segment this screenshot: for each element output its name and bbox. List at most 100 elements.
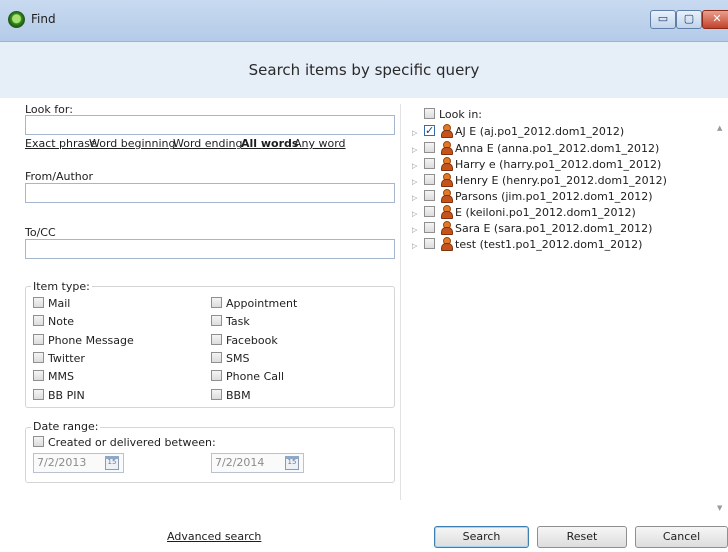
tree-item-checkbox[interactable] [424,174,435,185]
date-range-checkbox-label: Created or delivered between: [48,436,216,449]
item-type-appointment[interactable]: Appointment [211,297,297,311]
item-type-phone-call[interactable]: Phone Call [211,370,284,384]
tree-item[interactable]: ▷ test (test1.po1_2012.dom1_2012) [412,237,642,252]
item-type-mms[interactable]: MMS [33,370,74,384]
scroll-up-icon[interactable]: ▲ [717,124,722,132]
tree-item-checkbox[interactable] [424,190,435,201]
tree-item-label: Anna E (anna.po1_2012.dom1_2012) [455,142,660,155]
option-word-beginning[interactable]: Word beginning [89,137,176,150]
item-type-note[interactable]: Note [33,315,74,329]
tree-item[interactable]: ▷ Parsons (jim.po1_2012.dom1_2012) [412,189,653,204]
search-button[interactable]: Search [434,526,529,548]
twitter-checkbox[interactable] [33,352,44,363]
user-icon [440,173,453,187]
phone-message-checkbox[interactable] [33,334,44,345]
phone-call-checkbox[interactable] [211,370,222,381]
calendar-icon[interactable]: 15 [285,456,299,470]
option-any-word[interactable]: Any word [294,137,346,150]
to-cc-input[interactable] [25,239,395,259]
title-bar[interactable]: Find ▭ ▢ ✕ [0,0,728,42]
date-to-picker[interactable]: 7/2/2014 15 [211,453,304,473]
mail-checkbox[interactable] [33,297,44,308]
item-type-task[interactable]: Task [211,315,250,329]
option-word-ending[interactable]: Word ending [173,137,243,150]
task-label: Task [226,315,250,328]
appointment-checkbox[interactable] [211,297,222,308]
scroll-down-icon[interactable]: ▼ [717,504,722,512]
tree-item-label: test (test1.po1_2012.dom1_2012) [455,238,643,251]
expand-arrow-icon[interactable]: ▷ [412,143,420,158]
expand-arrow-icon[interactable]: ▷ [412,159,420,174]
bb-pin-label: BB PIN [48,389,85,402]
expand-arrow-icon[interactable]: ▷ [412,223,420,238]
tree-item[interactable]: ▷ AJ E (aj.po1_2012.dom1_2012) [412,123,625,141]
tree-item-label: Sara E (sara.po1_2012.dom1_2012) [455,222,653,235]
date-range-toggle[interactable]: Created or delivered between: [33,436,216,450]
page-title: Search items by specific query [248,61,480,79]
minimize-button[interactable]: ▭ [650,10,676,29]
look-in-toggle[interactable]: Look in: [424,108,482,122]
look-for-input[interactable] [25,115,395,135]
tree-item[interactable]: ▷ Anna E (anna.po1_2012.dom1_2012) [412,141,659,156]
tree-item[interactable]: ▷ Sara E (sara.po1_2012.dom1_2012) [412,221,652,236]
facebook-checkbox[interactable] [211,334,222,345]
tree-item-checkbox[interactable] [424,142,435,153]
tree-item-label: Henry E (henry.po1_2012.dom1_2012) [455,174,667,187]
calendar-icon[interactable]: 15 [105,456,119,470]
tree-item-checkbox[interactable] [424,123,435,138]
user-icon [440,157,453,171]
tree-item[interactable]: ▷ Henry E (henry.po1_2012.dom1_2012) [412,173,667,188]
maximize-button[interactable]: ▢ [676,10,702,29]
user-icon [440,237,453,251]
option-all-words[interactable]: All words [241,137,298,150]
expand-arrow-icon[interactable]: ▷ [412,175,420,190]
note-label: Note [48,315,75,328]
option-exact-phrase[interactable]: Exact phrase [25,137,97,150]
date-from-picker[interactable]: 7/2/2013 15 [33,453,124,473]
item-type-twitter[interactable]: Twitter [33,352,85,366]
expand-arrow-icon[interactable]: ▷ [412,239,420,254]
item-type-mail[interactable]: Mail [33,297,70,311]
user-icon [440,221,453,235]
tree-item[interactable]: ▷ Harry e (harry.po1_2012.dom1_2012) [412,157,661,172]
date-range-title: Date range: [31,420,101,433]
tree-item-checkbox[interactable] [424,222,435,233]
mms-label: MMS [48,370,74,383]
user-icon [440,141,453,155]
item-type-bbm[interactable]: BBM [211,389,251,403]
tree-item-checkbox[interactable] [424,206,435,217]
tree-item-label: Harry e (harry.po1_2012.dom1_2012) [455,158,662,171]
tree-scrollbar[interactable]: ▲ ▼ [714,120,728,514]
from-author-label: From/Author [25,170,93,183]
tree-item-checkbox[interactable] [424,158,435,169]
close-button[interactable]: ✕ [702,10,728,29]
mail-label: Mail [48,297,71,310]
user-icon [440,189,453,203]
reset-button[interactable]: Reset [537,526,627,548]
look-in-checkbox[interactable] [424,108,435,119]
tree-item-label: AJ E (aj.po1_2012.dom1_2012) [455,125,625,138]
mms-checkbox[interactable] [33,370,44,381]
expand-arrow-icon[interactable]: ▷ [412,207,420,222]
date-range-checkbox[interactable] [33,436,44,447]
bbm-checkbox[interactable] [211,389,222,400]
item-type-facebook[interactable]: Facebook [211,334,278,348]
expand-arrow-icon[interactable]: ▷ [412,126,420,141]
task-checkbox[interactable] [211,315,222,326]
item-type-sms[interactable]: SMS [211,352,249,366]
appointment-label: Appointment [226,297,298,310]
item-type-bb-pin[interactable]: BB PIN [33,389,85,403]
expand-arrow-icon[interactable]: ▷ [412,191,420,206]
item-type-phone-message[interactable]: Phone Message [33,334,134,348]
note-checkbox[interactable] [33,315,44,326]
phone-call-label: Phone Call [226,370,285,383]
bbm-label: BBM [226,389,251,402]
advanced-search-link[interactable]: Advanced search [167,530,261,543]
cancel-button[interactable]: Cancel [635,526,728,548]
tree-item[interactable]: ▷ E (keiloni.po1_2012.dom1_2012) [412,205,636,220]
from-author-input[interactable] [25,183,395,203]
sms-checkbox[interactable] [211,352,222,363]
tree-item-checkbox[interactable] [424,238,435,249]
bb-pin-checkbox[interactable] [33,389,44,400]
user-icon [440,205,453,219]
